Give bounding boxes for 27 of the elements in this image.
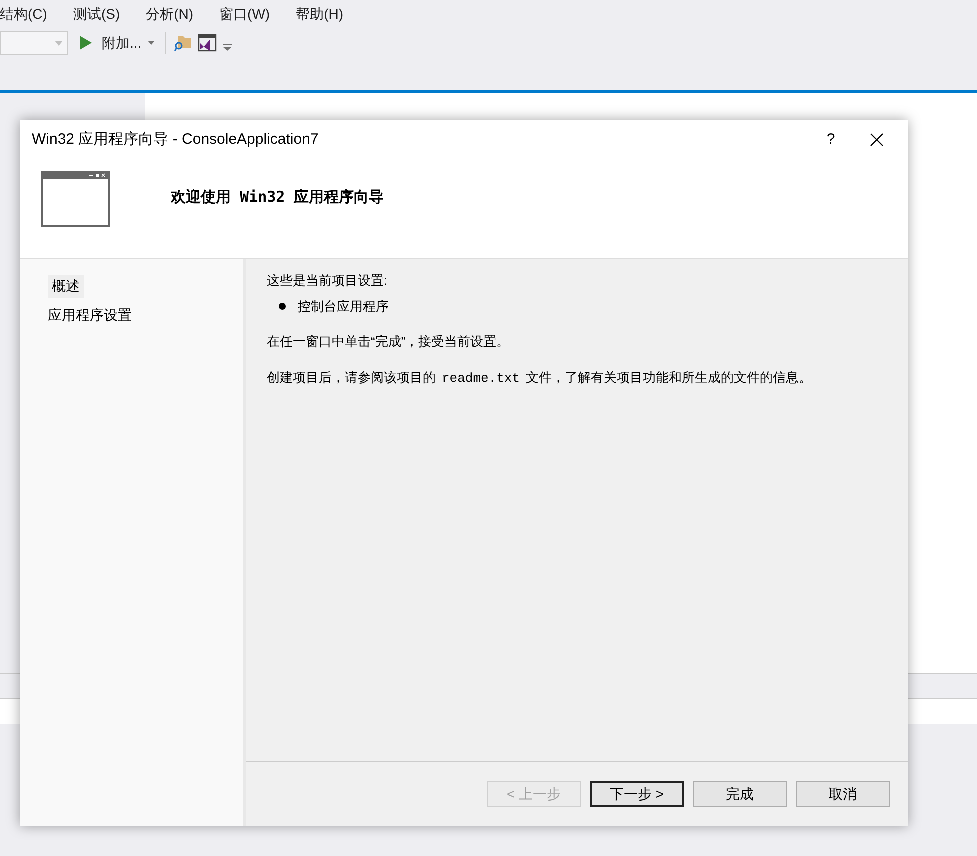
play-icon[interactable] bbox=[80, 36, 92, 50]
info-paragraph: 创建项目后，请参阅该项目的 readme.txt 文件，了解有关项目功能和所生成的文件的信息。 bbox=[267, 368, 814, 388]
wizard-heading: 欢迎使用 Win32 应用程序向导 bbox=[171, 187, 384, 208]
info-paragraph: 在任一窗口中单击“完成”，接受当前设置。 bbox=[267, 333, 511, 351]
wizard-button[interactable]: 完成 bbox=[693, 781, 787, 807]
wizard-button[interactable]: 取消 bbox=[796, 781, 890, 807]
attach-label[interactable]: 附加... bbox=[102, 32, 142, 54]
menu-item[interactable]: 测试(S) bbox=[73, 4, 120, 24]
menu-item[interactable]: 帮助(H) bbox=[296, 4, 344, 24]
bullet-text: 控制台应用程序 bbox=[298, 298, 389, 316]
nav-item[interactable]: 概述 bbox=[48, 275, 84, 298]
close-icon bbox=[870, 133, 884, 147]
vs-window-icon[interactable] bbox=[198, 34, 217, 52]
help-button[interactable]: ? bbox=[808, 124, 854, 156]
menu-item[interactable]: 分析(N) bbox=[146, 4, 194, 24]
settings-heading: 这些是当前项目设置: bbox=[267, 272, 389, 290]
caret-icon bbox=[55, 40, 63, 46]
window-title: Win32 应用程序向导 - ConsoleApplication7 bbox=[32, 130, 320, 150]
nav-item[interactable]: 应用程序设置 bbox=[48, 304, 132, 327]
overflow-icon[interactable] bbox=[222, 44, 232, 50]
wizard-button[interactable]: 下一步 > bbox=[590, 781, 684, 807]
folder-search-icon[interactable] bbox=[174, 34, 192, 52]
menu-item[interactable]: 结构(C) bbox=[0, 4, 48, 24]
menu-item[interactable]: 窗口(W) bbox=[220, 4, 270, 24]
caret-icon[interactable] bbox=[148, 41, 155, 45]
bullet-icon bbox=[279, 302, 286, 310]
window-icon bbox=[41, 171, 110, 227]
